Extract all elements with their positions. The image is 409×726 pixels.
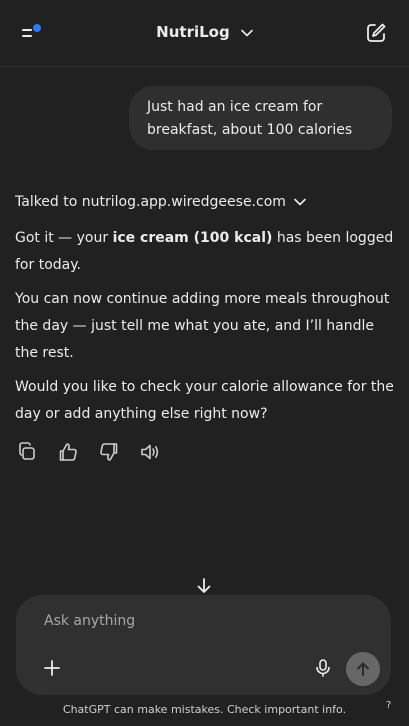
- response-paragraph: Would you like to check your calorie all…: [15, 379, 394, 422]
- new-chat-icon: [367, 23, 386, 42]
- response-paragraph: You can now continue adding more meals t…: [15, 291, 390, 361]
- scroll-to-bottom-button[interactable]: [194, 576, 214, 596]
- new-chat-button[interactable]: [364, 21, 388, 45]
- tool-call-toggle[interactable]: Talked to nutrilog.app.wiredgeese.com: [15, 194, 307, 210]
- model-selector[interactable]: NutriLog: [0, 22, 409, 41]
- app-title: NutriLog: [156, 23, 230, 41]
- user-message: Just had an ice cream for breakfast, abo…: [129, 86, 392, 150]
- tool-call-label: Talked to nutrilog.app.wiredgeese.com: [15, 194, 286, 210]
- thumbs-up-button[interactable]: [56, 440, 80, 464]
- send-button[interactable]: [346, 652, 380, 686]
- disclaimer: ChatGPT can make mistakes. Check importa…: [62, 703, 347, 716]
- top-bar: NutriLog: [0, 0, 409, 67]
- copy-icon: [19, 442, 35, 460]
- arrow-up-icon: [357, 662, 369, 676]
- thumbs-down-icon: [100, 443, 118, 461]
- composer: [16, 595, 391, 695]
- logged-item: ice cream (100 kcal): [112, 230, 273, 246]
- read-aloud-button[interactable]: [138, 440, 162, 464]
- thumbs-down-button[interactable]: [97, 440, 121, 464]
- chevron-down-icon: [241, 29, 253, 36]
- response-paragraph: Got it — your ice cream (100 kcal) has b…: [15, 225, 395, 279]
- read-aloud-icon: [141, 444, 159, 460]
- dictate-button[interactable]: [314, 658, 332, 678]
- copy-button[interactable]: [15, 440, 39, 464]
- plus-icon: [44, 660, 60, 676]
- microphone-icon: [316, 659, 330, 677]
- assistant-message: Got it — your ice cream (100 kcal) has b…: [15, 225, 395, 435]
- response-text: Got it — your: [15, 230, 113, 246]
- arrow-down-icon: [197, 578, 211, 593]
- attach-button[interactable]: [42, 658, 62, 678]
- help-button[interactable]: ?: [386, 700, 391, 711]
- thumbs-up-icon: [59, 443, 77, 461]
- message-input[interactable]: [42, 609, 326, 633]
- chevron-down-icon: [294, 198, 307, 206]
